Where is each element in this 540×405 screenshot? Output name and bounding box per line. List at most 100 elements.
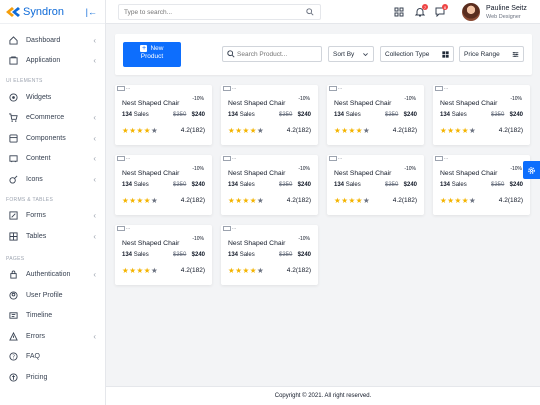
sales-count: 134	[440, 182, 451, 188]
price: $240	[403, 182, 417, 188]
discount-badge: -10%	[298, 166, 310, 172]
sidebar-item-application[interactable]: Application ‹	[0, 51, 105, 72]
product-title[interactable]: Nest Shaped Chair	[228, 100, 285, 107]
sidebar-item-tables[interactable]: Tables ‹	[0, 226, 105, 247]
product-card[interactable]: ... Nest Shaped Chair -10% 134 Sales $350 $24…	[115, 225, 212, 285]
sidebar-item-dashboard[interactable]: Dashboard ‹	[0, 30, 105, 51]
sales-count: 134	[228, 252, 239, 258]
gear-icon	[528, 166, 535, 174]
warning-icon	[9, 331, 18, 341]
star-icon: ★	[468, 126, 477, 135]
product-card[interactable]: ... Nest Shaped Chair -10% 134 Sales $350 $24…	[433, 85, 530, 145]
product-search-input[interactable]	[237, 47, 321, 61]
star-icon: ★	[454, 126, 462, 135]
theme-settings-button[interactable]	[523, 161, 540, 179]
product-title[interactable]: Nest Shaped Chair	[334, 100, 391, 107]
star-rating: ★★★★★	[122, 266, 158, 275]
product-title[interactable]: Nest Shaped Chair	[440, 170, 497, 177]
sidebar-item-timeline[interactable]: Timeline	[0, 306, 105, 327]
search-icon[interactable]	[306, 8, 314, 16]
rating-text: 4.2(182)	[286, 197, 311, 204]
price-range-button[interactable]: Price Range	[459, 46, 524, 62]
sidebar-item-errors[interactable]: Errors ‹	[0, 326, 105, 347]
product-title[interactable]: Nest Shaped Chair	[228, 240, 285, 247]
old-price: $350	[385, 112, 399, 118]
collection-type-button[interactable]: Collection Type	[380, 46, 454, 62]
sales-info: 134 Sales	[122, 252, 149, 258]
rating-text: 4.2(182)	[286, 127, 311, 134]
sidebar-item-content[interactable]: Content ‹	[0, 149, 105, 170]
discount-badge: -10%	[298, 96, 310, 102]
star-rating: ★★★★★	[228, 126, 264, 135]
sidebar-item-authentication[interactable]: Authentication ‹	[0, 265, 105, 286]
star-icon: ★	[355, 126, 363, 135]
broken-image-icon	[329, 86, 337, 91]
sidebar-nav: Dashboard ‹ Application ‹ UI ELEMENTS Wi…	[0, 24, 105, 388]
star-icon: ★	[143, 196, 151, 205]
apps-grid-icon[interactable]	[394, 7, 404, 17]
sidebar-item-icons[interactable]: Icons ‹	[0, 169, 105, 190]
rating-text: 4.2(182)	[392, 197, 417, 204]
product-image-alt: ...	[232, 155, 237, 161]
product-card[interactable]: ... Nest Shaped Chair -10% 134 Sales $350 $24…	[221, 225, 318, 285]
product-title[interactable]: Nest Shaped Chair	[122, 240, 179, 247]
product-title[interactable]: Nest Shaped Chair	[122, 170, 179, 177]
product-card[interactable]: ... Nest Shaped Chair -10% 134 Sales $350 $24…	[327, 155, 424, 215]
old-price: $350	[279, 182, 293, 188]
price: $240	[297, 112, 311, 118]
product-card[interactable]: ... Nest Shaped Chair -10% 134 Sales $350 $24…	[221, 85, 318, 145]
sidebar-item-ecommerce[interactable]: eCommerce ‹	[0, 108, 105, 129]
sidebar-item-user-profile[interactable]: User Profile	[0, 285, 105, 306]
sales-info: 134 Sales	[122, 112, 149, 118]
star-icon: ★	[454, 196, 462, 205]
sidebar-toggle-icon[interactable]: |←	[86, 7, 97, 17]
star-icon: ★	[136, 126, 144, 135]
product-title[interactable]: Nest Shaped Chair	[122, 100, 179, 107]
product-image-alt: ...	[126, 155, 131, 161]
product-card[interactable]: ... Nest Shaped Chair -10% 134 Sales $350 $24…	[115, 155, 212, 215]
star-icon: ★	[143, 266, 151, 275]
messages-badge: 8	[442, 4, 448, 10]
svg-text:?: ?	[12, 355, 15, 361]
sales-info: 134 Sales	[228, 182, 255, 188]
brand: Syndron |←	[0, 0, 105, 24]
notifications-badge: 7	[422, 4, 428, 10]
product-title[interactable]: Nest Shaped Chair	[334, 170, 391, 177]
notifications-button[interactable]: 7	[414, 4, 428, 17]
discount-badge: -10%	[404, 166, 416, 172]
sidebar-item-pricing[interactable]: Pricing	[0, 367, 105, 388]
product-card[interactable]: ... Nest Shaped Chair -10% 134 Sales $350 $24…	[433, 155, 530, 215]
product-title[interactable]: Nest Shaped Chair	[440, 100, 497, 107]
new-product-label-1: New	[150, 45, 164, 53]
product-title[interactable]: Nest Shaped Chair	[228, 170, 285, 177]
product-image-alt: ...	[232, 225, 237, 231]
messages-button[interactable]: 8	[435, 4, 448, 18]
sales-label: Sales	[133, 112, 149, 118]
price: $240	[191, 252, 205, 258]
sort-by-dropdown[interactable]: Sort By	[328, 46, 374, 62]
star-rating: ★★★★★	[440, 196, 476, 205]
sidebar-item-components[interactable]: Components ‹	[0, 128, 105, 149]
product-card[interactable]: ... Nest Shaped Chair -10% 134 Sales $350 $24…	[115, 85, 212, 145]
sidebar-item-forms[interactable]: Forms ‹	[0, 206, 105, 227]
sales-count: 134	[334, 182, 345, 188]
sidebar-item-label: Dashboard	[26, 36, 61, 44]
sales-info: 134 Sales	[440, 112, 467, 118]
discount-badge: -10%	[298, 236, 310, 242]
sidebar-item-faq[interactable]: ? FAQ	[0, 347, 105, 368]
star-rating: ★★★★★	[334, 126, 370, 135]
global-search-input[interactable]	[119, 5, 299, 19]
star-icon: ★	[256, 196, 265, 205]
sales-info: 134 Sales	[334, 182, 361, 188]
star-icon: ★	[348, 196, 356, 205]
old-price: $350	[173, 112, 187, 118]
user-role: Web Designer	[486, 14, 521, 20]
avatar[interactable]	[462, 3, 480, 21]
star-icon: ★	[150, 266, 159, 275]
sidebar-item-widgets[interactable]: Widgets	[0, 87, 105, 108]
product-card[interactable]: ... Nest Shaped Chair -10% 134 Sales $350 $24…	[221, 155, 318, 215]
sidebar: Syndron |← Dashboard ‹ Application ‹ UI …	[0, 0, 106, 405]
new-product-button[interactable]: + New Product	[123, 42, 181, 67]
product-card[interactable]: ... Nest Shaped Chair -10% 134 Sales $350 $24…	[327, 85, 424, 145]
price: $240	[297, 182, 311, 188]
